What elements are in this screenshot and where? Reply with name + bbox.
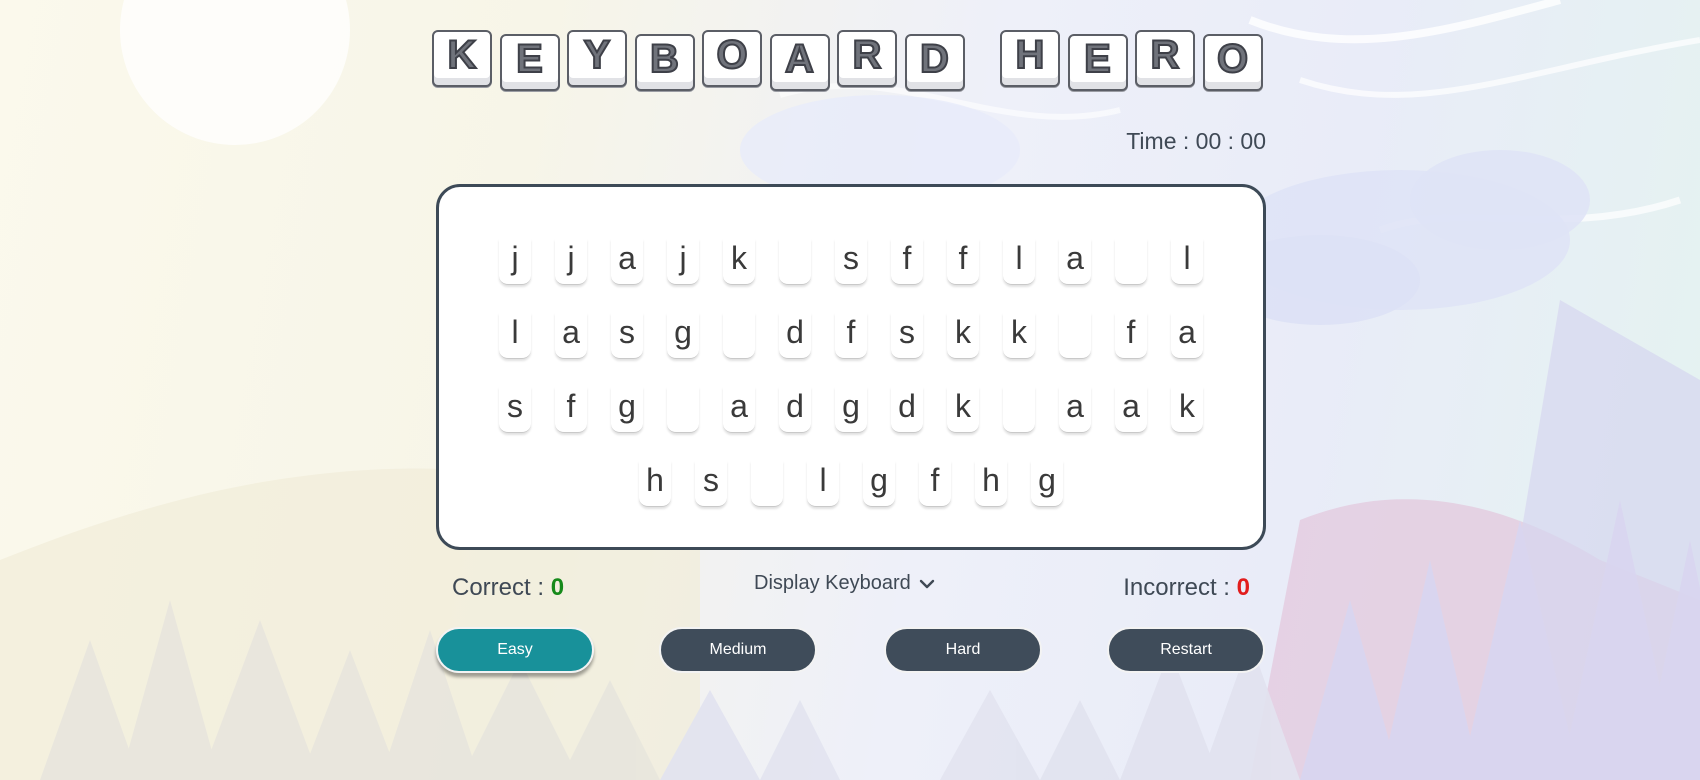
char-cell: f	[835, 313, 867, 359]
title-key: R	[837, 30, 897, 87]
char-cell: f	[919, 461, 951, 507]
display-keyboard-label: Display Keyboard	[754, 572, 911, 594]
timer: Time : 00 : 00	[1126, 128, 1266, 154]
char-cell: s	[611, 313, 643, 359]
char-cell: g	[863, 461, 895, 507]
char-cell: d	[779, 387, 811, 433]
correct-value: 0	[550, 574, 565, 601]
char-cell: l	[1171, 239, 1203, 285]
board-row: h s l g f h g	[439, 461, 1263, 507]
title-key: O	[1202, 34, 1263, 91]
char-cell-space	[1059, 313, 1091, 359]
title-key: E	[499, 34, 560, 91]
incorrect-counter: Incorrect : 0	[1123, 574, 1250, 602]
char-cell: d	[779, 313, 811, 359]
char-cell: k	[1003, 313, 1035, 359]
char-cell: s	[891, 313, 923, 359]
display-keyboard-toggle[interactable]: Display Keyboard	[754, 572, 935, 595]
char-cell-space	[751, 461, 783, 507]
char-cell-space	[779, 239, 811, 285]
char-cell: a	[1059, 239, 1091, 285]
char-cell-space	[667, 387, 699, 433]
char-cell: d	[891, 387, 923, 433]
char-cell: k	[723, 239, 755, 285]
char-cell: l	[807, 461, 839, 507]
char-cell: j	[499, 239, 531, 285]
hard-button[interactable]: Hard	[884, 627, 1042, 673]
incorrect-label: Incorrect :	[1123, 574, 1237, 601]
char-cell: a	[723, 387, 755, 433]
char-cell: a	[1171, 313, 1203, 359]
char-cell: j	[555, 239, 587, 285]
char-cell: g	[1031, 461, 1063, 507]
char-cell: k	[947, 387, 979, 433]
char-cell: a	[1115, 387, 1147, 433]
char-cell: a	[611, 239, 643, 285]
board-row: j j a j k s f f l a l	[439, 239, 1263, 285]
typing-board[interactable]: j j a j k s f f l a l l a s g d f s k k …	[436, 184, 1266, 550]
medium-button[interactable]: Medium	[659, 627, 817, 673]
char-cell: l	[499, 313, 531, 359]
title-key: K	[432, 30, 492, 87]
char-cell: s	[695, 461, 727, 507]
board-row: s f g a d g d k a a k	[439, 387, 1263, 433]
title-key: E	[1067, 34, 1128, 91]
char-cell: s	[835, 239, 867, 285]
char-cell: g	[667, 313, 699, 359]
char-cell: a	[555, 313, 587, 359]
char-cell-space	[723, 313, 755, 359]
char-cell: f	[947, 239, 979, 285]
char-cell-space	[1115, 239, 1147, 285]
title-key: B	[634, 34, 695, 91]
char-cell: f	[555, 387, 587, 433]
char-cell: g	[835, 387, 867, 433]
title-key: O	[702, 30, 762, 87]
title-key: D	[904, 34, 965, 91]
char-cell: s	[499, 387, 531, 433]
incorrect-value: 0	[1236, 574, 1250, 601]
char-cell: k	[947, 313, 979, 359]
char-cell: h	[639, 461, 671, 507]
board-row: l a s g d f s k k f a	[439, 313, 1263, 359]
correct-counter: Correct : 0	[452, 574, 564, 602]
char-cell: f	[891, 239, 923, 285]
char-cell: a	[1059, 387, 1091, 433]
restart-button[interactable]: Restart	[1107, 627, 1265, 673]
char-cell: l	[1003, 239, 1035, 285]
easy-button[interactable]: Easy	[436, 627, 594, 673]
game-title: K E Y B O A R D H E R O	[432, 30, 1270, 91]
char-cell: f	[1115, 313, 1147, 359]
title-key: R	[1135, 30, 1195, 87]
char-cell: j	[667, 239, 699, 285]
title-key: H	[1000, 30, 1060, 87]
correct-label: Correct :	[452, 574, 551, 601]
char-cell-space	[1003, 387, 1035, 433]
char-cell: k	[1171, 387, 1203, 433]
title-key: A	[769, 34, 830, 91]
title-key: Y	[567, 30, 627, 87]
chevron-down-icon	[919, 579, 934, 588]
char-cell: h	[975, 461, 1007, 507]
char-cell: g	[611, 387, 643, 433]
